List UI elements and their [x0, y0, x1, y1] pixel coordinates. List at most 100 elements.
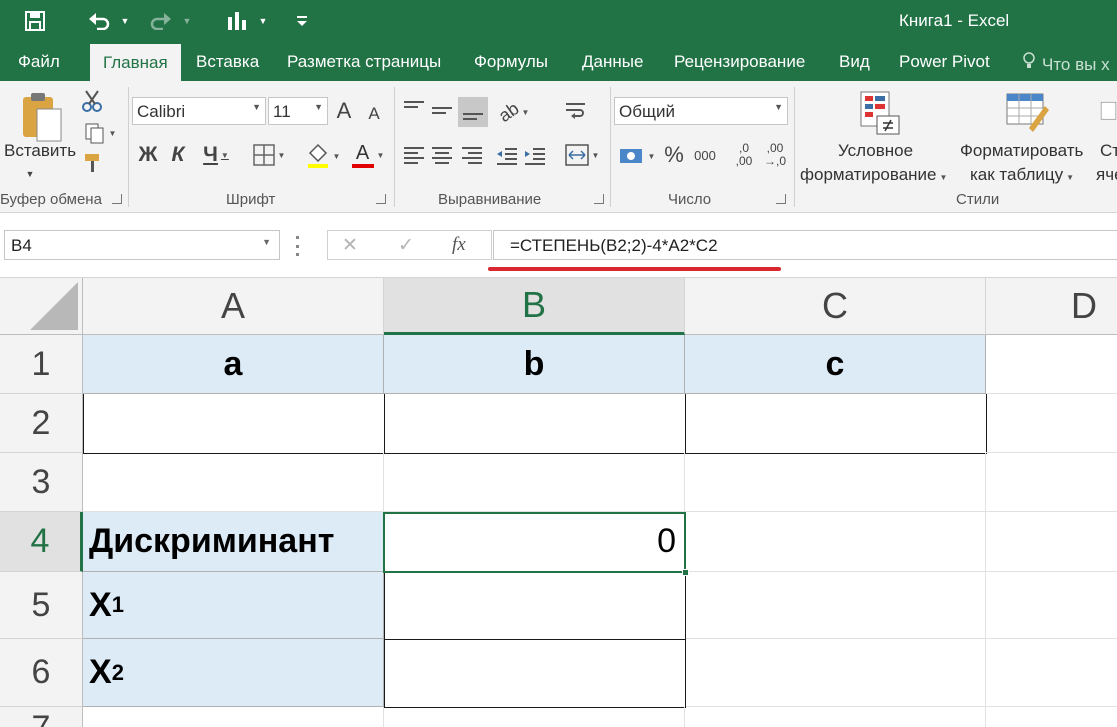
- formula-input[interactable]: =СТЕПЕНЬ(B2;2)-4*A2*C2: [493, 230, 1117, 260]
- underline-button[interactable]: Ч ▼: [196, 141, 236, 169]
- name-box[interactable]: B4 ▼: [4, 230, 280, 260]
- tab-home[interactable]: Главная: [90, 44, 181, 81]
- merge-center-icon[interactable]: ▼: [562, 141, 602, 169]
- number-format-dropdown-icon[interactable]: ▼: [774, 102, 783, 112]
- number-launcher-icon[interactable]: [776, 194, 786, 204]
- cell-b1[interactable]: b: [384, 335, 685, 394]
- paste-dropdown-icon[interactable]: ▼: [20, 167, 40, 181]
- paste-icon[interactable]: [18, 89, 64, 145]
- chart-icon[interactable]: [222, 8, 252, 34]
- cell-d3[interactable]: [986, 453, 1117, 512]
- font-name-combo[interactable]: Calibri ▼: [132, 97, 266, 125]
- font-color-icon[interactable]: A ▼: [346, 139, 390, 171]
- row-header-3[interactable]: 3: [0, 453, 83, 512]
- tab-review[interactable]: Рецензирование: [674, 52, 805, 72]
- cell-b5[interactable]: [384, 572, 686, 640]
- column-header-a[interactable]: A: [83, 278, 384, 335]
- cell-d5[interactable]: [986, 572, 1117, 639]
- tab-data[interactable]: Данные: [582, 52, 643, 72]
- font-name-dropdown-icon[interactable]: ▼: [252, 102, 261, 112]
- conditional-formatting-line2[interactable]: форматирование ▼: [800, 165, 947, 185]
- cut-icon[interactable]: [80, 89, 104, 113]
- format-as-table-icon[interactable]: [1004, 89, 1052, 137]
- fill-handle[interactable]: [682, 569, 689, 576]
- row-header-5[interactable]: 5: [0, 572, 83, 639]
- decrease-decimal-button[interactable]: ,00 →,0: [760, 139, 790, 171]
- tab-insert[interactable]: Вставка: [196, 52, 259, 72]
- redo-dropdown-icon[interactable]: ▼: [180, 8, 194, 34]
- cell-b6[interactable]: [384, 639, 686, 708]
- cell-b4[interactable]: 0: [384, 512, 685, 572]
- customize-icon[interactable]: [292, 8, 312, 34]
- cell-d1[interactable]: [986, 335, 1117, 394]
- cell-a2[interactable]: [83, 394, 385, 454]
- align-middle-icon[interactable]: [432, 107, 452, 117]
- tell-me-search[interactable]: Что вы х: [1022, 52, 1110, 75]
- chart-dropdown-icon[interactable]: ▼: [256, 8, 270, 34]
- tab-page-layout[interactable]: Разметка страницы: [287, 52, 441, 72]
- decrease-indent-icon[interactable]: [494, 143, 520, 169]
- format-as-table-line2[interactable]: как таблицу ▼: [970, 165, 1074, 185]
- row-header-4[interactable]: 4: [0, 512, 83, 572]
- save-icon[interactable]: [20, 8, 50, 34]
- cell-styles-icon[interactable]: [1100, 89, 1117, 137]
- increase-indent-icon[interactable]: [522, 143, 548, 169]
- percent-style-button[interactable]: %: [660, 141, 688, 169]
- copy-icon[interactable]: ▼: [80, 121, 120, 145]
- cell-a7[interactable]: [83, 707, 384, 727]
- cell-d6[interactable]: [986, 639, 1117, 707]
- align-left-icon[interactable]: [404, 147, 424, 167]
- font-size-combo[interactable]: 11 ▼: [268, 97, 328, 125]
- column-header-c[interactable]: C: [685, 278, 986, 335]
- cell-c7[interactable]: [685, 707, 986, 727]
- cell-a3[interactable]: [83, 453, 384, 512]
- row-header-6[interactable]: 6: [0, 639, 83, 707]
- row-header-7[interactable]: 7: [0, 707, 83, 727]
- align-top-icon[interactable]: [404, 101, 424, 111]
- wrap-text-icon[interactable]: [562, 97, 590, 125]
- italic-button[interactable]: К: [166, 141, 190, 169]
- cell-a5[interactable]: X1: [83, 572, 384, 639]
- cell-styles-line1[interactable]: Ст: [1100, 141, 1117, 161]
- align-center-icon[interactable]: [432, 147, 452, 167]
- tab-power-pivot[interactable]: Power Pivot: [899, 52, 990, 72]
- column-header-b[interactable]: B: [384, 278, 685, 335]
- cell-c2[interactable]: [685, 394, 987, 454]
- name-box-dropdown-icon[interactable]: ▼: [262, 237, 271, 247]
- increase-decimal-button[interactable]: ,0,00: [730, 139, 758, 171]
- formula-bar-grip-icon[interactable]: [296, 236, 300, 256]
- row-header-1[interactable]: 1: [0, 335, 83, 394]
- align-bottom-button[interactable]: [458, 97, 488, 127]
- cell-c4[interactable]: [685, 512, 986, 572]
- cell-c5[interactable]: [686, 572, 986, 639]
- cell-c3[interactable]: [685, 453, 986, 512]
- cell-styles-line2[interactable]: яче: [1096, 165, 1117, 185]
- cell-c6[interactable]: [686, 639, 986, 707]
- cell-d7[interactable]: [986, 707, 1117, 727]
- row-header-2[interactable]: 2: [0, 394, 83, 453]
- number-format-combo[interactable]: Общий ▼: [614, 97, 788, 125]
- cancel-icon[interactable]: ✕: [342, 234, 358, 257]
- conditional-formatting-line1[interactable]: Условное: [838, 141, 913, 161]
- font-size-dropdown-icon[interactable]: ▼: [314, 102, 323, 112]
- format-painter-icon[interactable]: [80, 151, 104, 175]
- cell-b2[interactable]: [384, 394, 686, 454]
- tab-formulas[interactable]: Формулы: [474, 52, 548, 72]
- select-all-button[interactable]: [0, 278, 83, 335]
- bold-button[interactable]: Ж: [134, 141, 162, 169]
- worksheet-grid[interactable]: A B C D 1 2 3 4 5 6 7 a b c Дискриминант…: [0, 278, 1117, 727]
- cell-d2[interactable]: [986, 394, 1117, 453]
- enter-icon[interactable]: ✓: [398, 234, 414, 257]
- redo-icon[interactable]: [146, 8, 176, 34]
- clipboard-launcher-icon[interactable]: [112, 194, 122, 204]
- conditional-formatting-icon[interactable]: [856, 89, 902, 137]
- cell-b7[interactable]: [384, 707, 685, 727]
- cell-b3[interactable]: [384, 453, 685, 512]
- fill-color-icon[interactable]: ▼: [302, 141, 344, 171]
- shrink-font-icon[interactable]: A: [362, 101, 386, 127]
- insert-function-icon[interactable]: fx: [452, 234, 466, 256]
- alignment-launcher-icon[interactable]: [594, 194, 604, 204]
- borders-icon[interactable]: ▼: [248, 141, 290, 169]
- comma-style-button[interactable]: 000: [690, 143, 720, 167]
- column-header-d[interactable]: D: [986, 278, 1117, 335]
